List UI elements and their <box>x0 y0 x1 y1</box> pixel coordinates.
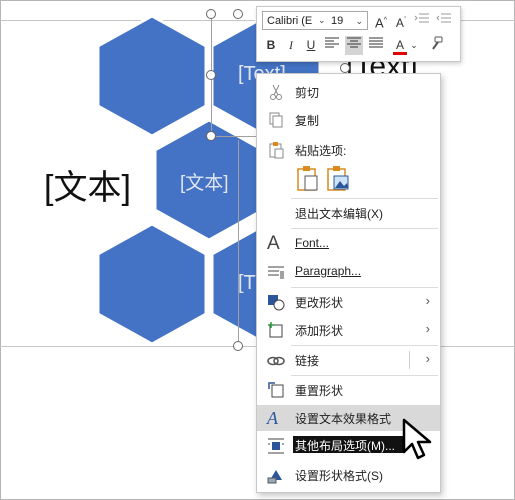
hexagon-bottom-text[interactable]: [T <box>238 272 256 295</box>
menu-separator <box>291 375 438 376</box>
menu-item-label: 剪切 <box>295 86 320 100</box>
menu-item-paragraph[interactable]: Paragraph... <box>257 259 440 285</box>
paste-keep-format-icon[interactable] <box>295 165 321 193</box>
menu-item-font[interactable]: A Font... <box>257 231 440 257</box>
paste-picture-icon[interactable] <box>325 165 351 193</box>
mini-toolbar: Calibri (E 19 ⌄ ⌄ A^ Aˇ B I U A ⌄ <box>256 6 461 62</box>
text-effects-icon: A <box>267 408 278 428</box>
menu-item-reset-shape[interactable]: 重置形状 <box>257 377 440 403</box>
grow-font-button[interactable]: A^ <box>372 11 390 30</box>
menu-separator <box>291 287 438 288</box>
menu-separator <box>291 198 438 199</box>
font-size-value[interactable]: 19 <box>331 12 343 31</box>
resize-handle-top[interactable] <box>233 9 243 19</box>
slide-text-left[interactable]: [文本] <box>44 160 131 209</box>
chevron-right-icon: › <box>425 321 430 336</box>
menu-item-add-shape[interactable]: 添加形状 › <box>257 317 440 343</box>
menu-item-exit-text-edit[interactable]: 退出文本编辑(X) <box>257 200 440 226</box>
shrink-font-label: A <box>395 16 404 30</box>
reset-shape-icon <box>268 382 284 398</box>
menu-item-change-shape[interactable]: 更改形状 › <box>257 289 440 315</box>
bold-button[interactable]: B <box>262 36 280 55</box>
grow-font-label: A <box>375 15 384 31</box>
chevron-right-icon[interactable]: › <box>426 351 430 366</box>
underline-button[interactable]: U <box>302 36 320 55</box>
menu-separator <box>291 228 438 229</box>
menu-item-label: 其他布局选项(M)... <box>295 439 395 453</box>
copy-icon <box>269 112 283 128</box>
font-color-swatch <box>393 52 407 55</box>
menu-item-label: 退出文本编辑(X) <box>295 207 383 221</box>
menu-item-label: 重置形状 <box>295 384 344 398</box>
indent-icon[interactable] <box>435 11 453 30</box>
selection-border-bottom-left <box>238 140 239 348</box>
hexagon-shape-bottom-left[interactable] <box>95 222 209 346</box>
font-name-select[interactable]: Calibri (E 19 ⌄ ⌄ <box>262 11 368 30</box>
font-color-button[interactable]: A <box>391 36 409 55</box>
shrink-font-button[interactable]: Aˇ <box>392 11 410 30</box>
selection-border-mid <box>211 136 257 137</box>
menu-item-label: Font... <box>295 236 330 250</box>
menu-item-format-shape[interactable]: 设置形状格式(S) <box>257 462 440 488</box>
resize-handle-right[interactable] <box>340 63 350 73</box>
resize-handle-top-left[interactable] <box>206 9 216 19</box>
highlighted-label-bar: 其他布局选项(M)... <box>293 436 405 453</box>
paste-icon <box>269 142 284 159</box>
menu-item-label: 复制 <box>295 114 320 128</box>
menu-item-link[interactable]: 链接 › <box>257 347 440 373</box>
menu-item-copy[interactable]: 复制 <box>257 107 440 133</box>
menu-item-label: 粘贴选项: <box>295 144 347 158</box>
hexagon-middle-text[interactable]: [文本] <box>180 168 229 195</box>
mouse-pointer-icon <box>402 418 432 460</box>
menu-item-label: 链接 <box>295 354 320 368</box>
resize-handle-left[interactable] <box>206 70 216 80</box>
menu-item-label: 设置形状格式(S) <box>295 469 383 483</box>
bullets-icon[interactable] <box>413 11 431 30</box>
font-color-label: A <box>395 38 404 52</box>
menu-item-paste-options: 粘贴选项: <box>257 137 440 163</box>
resize-handle-bottom-left[interactable] <box>206 131 216 141</box>
split-divider <box>409 351 410 369</box>
chevron-down-icon[interactable]: ⌄ <box>355 12 363 31</box>
menu-separator <box>291 345 438 346</box>
align-left-icon[interactable] <box>323 36 341 55</box>
add-shape-icon <box>268 322 283 338</box>
scissors-icon <box>270 84 282 100</box>
menu-item-label: 更改形状 <box>295 296 344 310</box>
menu-item-label: 添加形状 <box>295 324 344 338</box>
chevron-right-icon: › <box>425 293 430 308</box>
chevron-down-icon[interactable]: ⌄ <box>409 36 419 55</box>
format-painter-icon[interactable] <box>427 36 445 55</box>
menu-item-cut[interactable]: 剪切 <box>257 79 440 105</box>
font-icon: A <box>267 233 280 254</box>
chevron-down-icon[interactable]: ⌄ <box>318 11 326 30</box>
font-name-value: Calibri (E <box>267 15 313 27</box>
link-icon <box>267 356 285 366</box>
change-shape-icon <box>268 295 285 311</box>
layout-options-icon <box>268 438 284 454</box>
justify-icon[interactable] <box>367 36 385 55</box>
format-shape-icon <box>267 470 282 484</box>
paragraph-icon <box>268 266 284 279</box>
resize-handle-bottom[interactable] <box>233 341 243 351</box>
menu-item-label: Paragraph... <box>295 264 362 278</box>
italic-button[interactable]: I <box>282 36 300 55</box>
align-center-icon[interactable] <box>345 36 363 55</box>
menu-item-label: 设置文本效果格式 <box>295 412 392 426</box>
